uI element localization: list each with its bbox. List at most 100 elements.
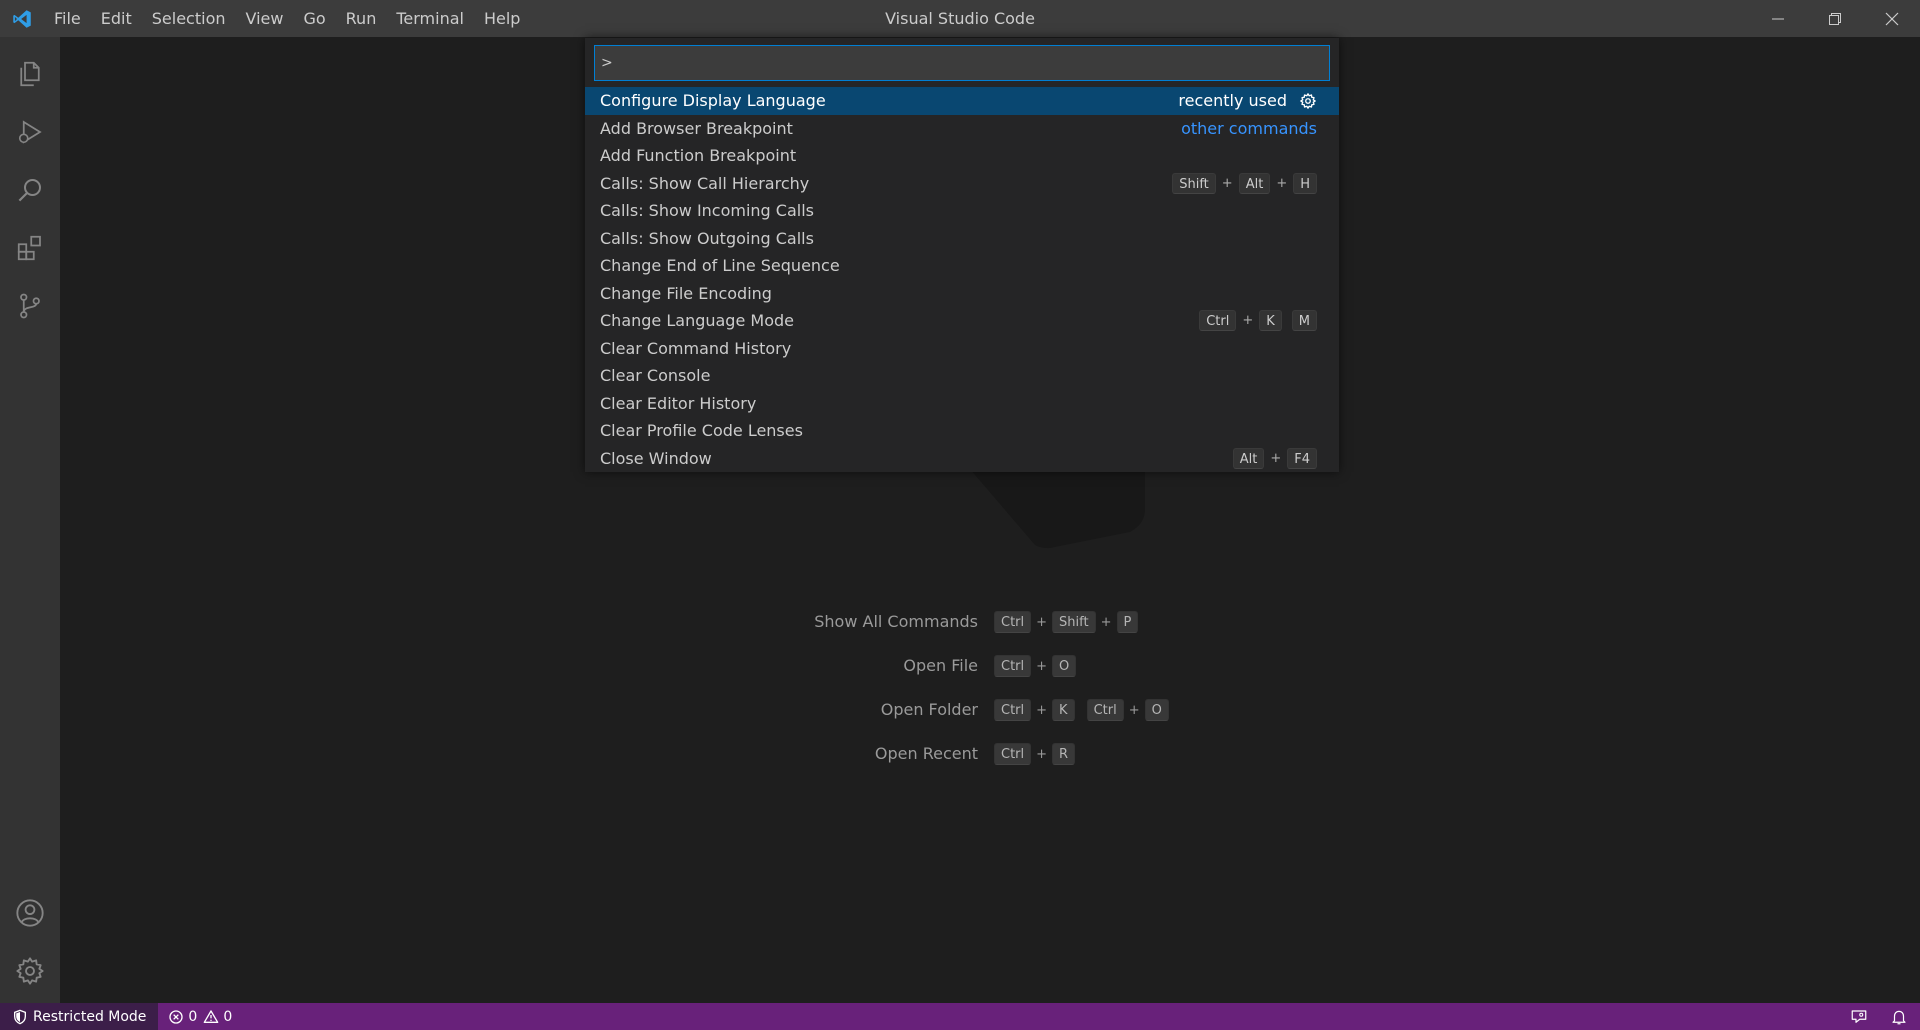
key-badge: Ctrl — [994, 699, 1032, 721]
key-badge: O — [1144, 699, 1169, 721]
key-separator: + — [1036, 658, 1048, 674]
menu-bar: File Edit Selection View Go Run Terminal… — [44, 0, 530, 37]
key-separator: + — [1270, 450, 1282, 466]
key-badge: M — [1291, 310, 1317, 332]
palette-item-keybinding: Shift + Alt + H — [1172, 172, 1317, 194]
palette-item-add-browser-breakpoint[interactable]: Add Browser Breakpoint other commands — [585, 115, 1339, 143]
palette-item-calls-show-call-hierarchy[interactable]: Calls: Show Call Hierarchy Shift + Alt +… — [585, 170, 1339, 198]
key-badge: Ctrl — [1086, 699, 1124, 721]
title-bar: File Edit Selection View Go Run Terminal… — [0, 0, 1920, 37]
palette-item-label: Close Window — [600, 448, 712, 468]
command-palette-list: Configure Display Language recently used… — [585, 87, 1339, 472]
restricted-mode-label: Restricted Mode — [33, 1008, 147, 1025]
shield-icon — [14, 1009, 26, 1024]
palette-item-description: recently used — [1178, 91, 1287, 111]
palette-item-clear-profile-code-lenses[interactable]: Clear Profile Code Lenses — [585, 417, 1339, 445]
key-badge: Ctrl — [1199, 310, 1237, 332]
palette-item-keybinding: Alt + F4 — [1232, 447, 1317, 469]
palette-item-label: Change File Encoding — [600, 283, 772, 303]
shortcut-keys: Ctrl + Shift + P — [994, 609, 1139, 635]
palette-item-label: Clear Command History — [600, 338, 792, 358]
palette-item-label: Clear Editor History — [600, 393, 757, 413]
search-icon — [18, 179, 41, 202]
menu-selection[interactable]: Selection — [142, 0, 236, 37]
key-badge: K — [1259, 310, 1282, 332]
shortcut-label: Open Folder — [880, 700, 978, 719]
menu-go[interactable]: Go — [293, 0, 335, 37]
menu-edit[interactable]: Edit — [91, 0, 142, 37]
palette-item-label: Add Browser Breakpoint — [600, 118, 793, 138]
manage-gear-icon — [16, 957, 44, 985]
search-button[interactable] — [0, 161, 60, 219]
problems-indicator[interactable]: 0 0 — [158, 1003, 242, 1030]
manage-button[interactable] — [0, 942, 60, 1000]
menu-view[interactable]: View — [236, 0, 294, 37]
run-debug-icon — [18, 120, 42, 144]
key-badge: P — [1116, 611, 1139, 633]
palette-item-change-language-mode[interactable]: Change Language Mode Ctrl + K M — [585, 307, 1339, 335]
accounts-button[interactable] — [0, 884, 60, 942]
key-badge: F4 — [1287, 447, 1317, 469]
configure-keybinding-gear-icon[interactable] — [1299, 92, 1317, 110]
key-badge: H — [1293, 172, 1317, 194]
key-separator: + — [1036, 614, 1048, 630]
palette-item-add-function-breakpoint[interactable]: Add Function Breakpoint — [585, 142, 1339, 170]
restore-icon — [1828, 12, 1841, 25]
key-separator: + — [1276, 175, 1288, 191]
key-badge: Ctrl — [994, 655, 1032, 677]
notifications-bell-icon[interactable] — [1890, 1008, 1908, 1026]
key-badge: Ctrl — [994, 611, 1032, 633]
restore-button[interactable] — [1806, 0, 1863, 37]
run-debug-button[interactable] — [0, 103, 60, 161]
key-separator: + — [1036, 702, 1048, 718]
command-palette-input[interactable] — [595, 46, 1329, 80]
palette-item-label: Change Language Mode — [600, 311, 794, 331]
palette-item-keybinding: Ctrl + K M — [1199, 310, 1317, 332]
key-badge: Alt — [1232, 447, 1265, 469]
palette-item-close-window[interactable]: Close Window Alt + F4 — [585, 445, 1339, 473]
other-commands-link[interactable]: other commands — [1181, 119, 1317, 138]
explorer-button[interactable] — [0, 45, 60, 103]
minimize-icon — [1771, 18, 1784, 19]
minimize-button[interactable] — [1749, 0, 1806, 37]
palette-item-change-end-of-line-sequence[interactable]: Change End of Line Sequence — [585, 252, 1339, 280]
menu-terminal[interactable]: Terminal — [386, 0, 474, 37]
extensions-icon — [17, 235, 41, 261]
palette-item-label: Clear Profile Code Lenses — [600, 421, 803, 441]
palette-item-meta: other commands — [1181, 119, 1317, 138]
menu-file[interactable]: File — [44, 0, 91, 37]
palette-item-label: Calls: Show Call Hierarchy — [600, 173, 810, 193]
window-controls — [1749, 0, 1920, 37]
key-separator: + — [1100, 614, 1112, 630]
palette-item-clear-editor-history[interactable]: Clear Editor History — [585, 390, 1339, 418]
feedback-icon[interactable] — [1850, 1008, 1868, 1026]
status-bar-right — [1850, 1003, 1908, 1030]
menu-help[interactable]: Help — [474, 0, 530, 37]
palette-item-calls-show-outgoing-calls[interactable]: Calls: Show Outgoing Calls — [585, 225, 1339, 253]
palette-item-change-file-encoding[interactable]: Change File Encoding — [585, 280, 1339, 308]
palette-item-calls-show-incoming-calls[interactable]: Calls: Show Incoming Calls — [585, 197, 1339, 225]
restricted-mode-indicator[interactable]: Restricted Mode — [0, 1003, 159, 1030]
vscode-window: File Edit Selection View Go Run Terminal… — [0, 0, 1920, 1030]
key-separator: + — [1242, 313, 1254, 329]
shortcut-label: Open Recent — [874, 744, 978, 763]
key-badge: O — [1052, 655, 1077, 677]
palette-item-label: Calls: Show Incoming Calls — [600, 201, 814, 221]
shortcut-keys: Ctrl + R — [994, 741, 1076, 767]
palette-item-configure-display-language[interactable]: Configure Display Language recently used — [585, 87, 1339, 115]
key-badge: Alt — [1238, 172, 1271, 194]
source-control-icon — [20, 293, 40, 319]
menu-run[interactable]: Run — [336, 0, 387, 37]
source-control-button[interactable] — [0, 277, 60, 335]
palette-item-label: Change End of Line Sequence — [600, 256, 840, 276]
key-badge: Ctrl — [994, 743, 1032, 765]
close-button[interactable] — [1863, 0, 1920, 37]
extensions-button[interactable] — [0, 219, 60, 277]
close-icon — [1885, 12, 1898, 25]
key-separator: + — [1221, 175, 1233, 191]
palette-item-clear-console[interactable]: Clear Console — [585, 362, 1339, 390]
command-palette: Configure Display Language recently used… — [585, 38, 1339, 472]
error-icon — [169, 1009, 184, 1024]
status-bar: Restricted Mode 0 0 — [0, 1003, 1920, 1030]
palette-item-clear-command-history[interactable]: Clear Command History — [585, 335, 1339, 363]
